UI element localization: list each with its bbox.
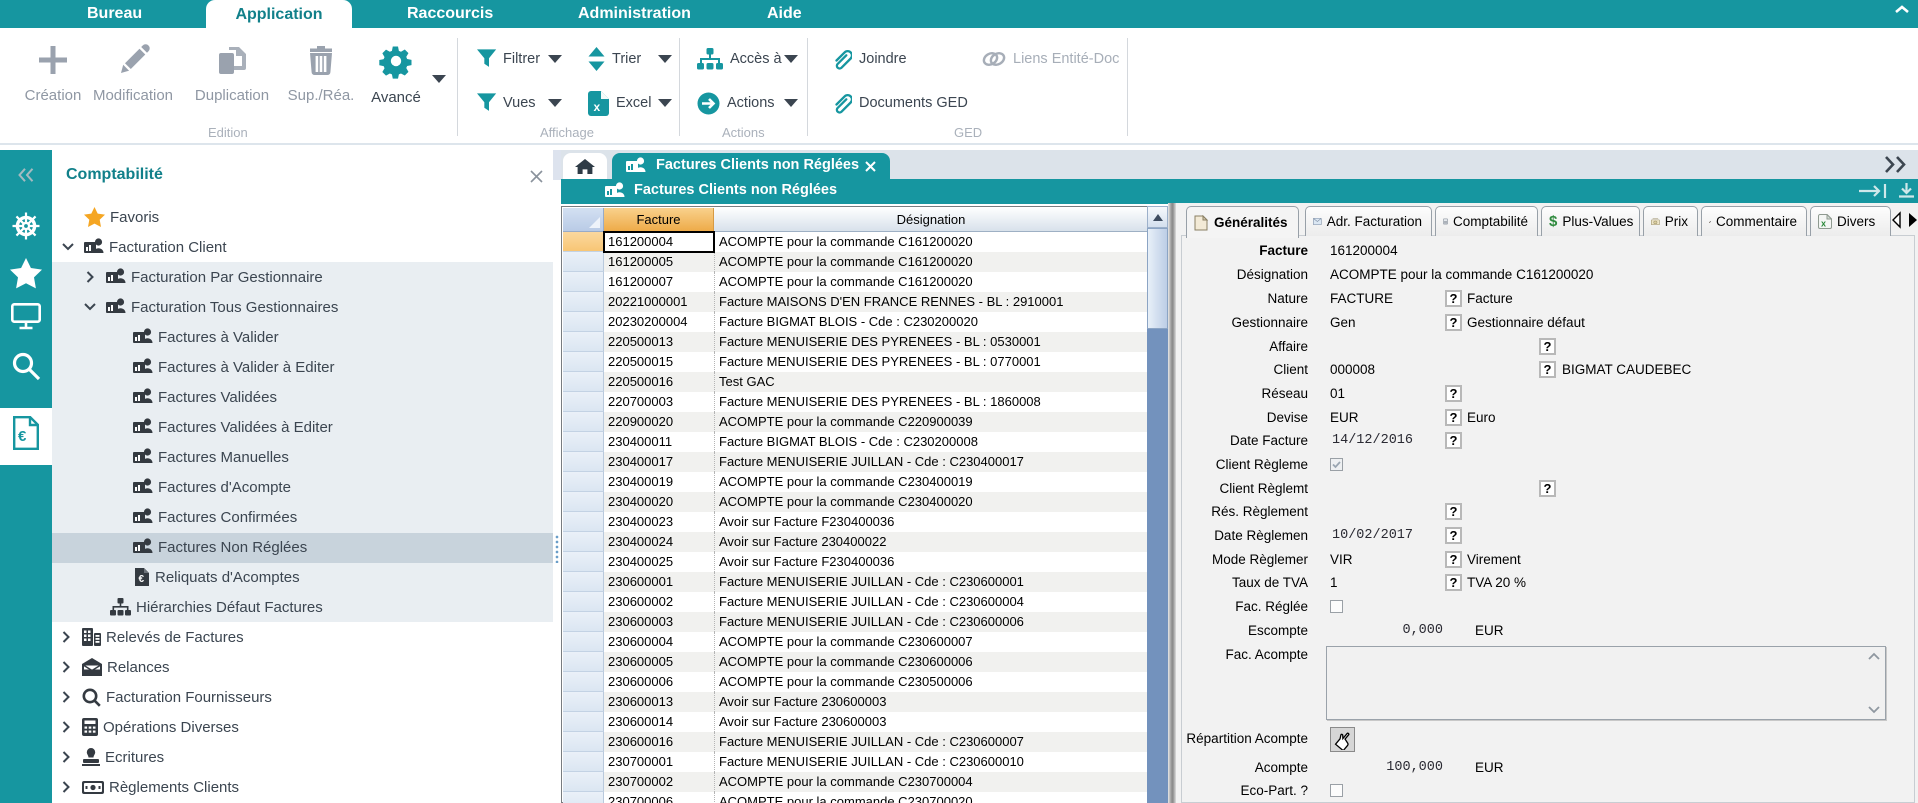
svg-text:€: € xyxy=(18,428,27,445)
svg-text:x: x xyxy=(1821,219,1826,229)
svg-text:€: € xyxy=(139,574,145,585)
svg-text:x: x xyxy=(594,100,601,114)
